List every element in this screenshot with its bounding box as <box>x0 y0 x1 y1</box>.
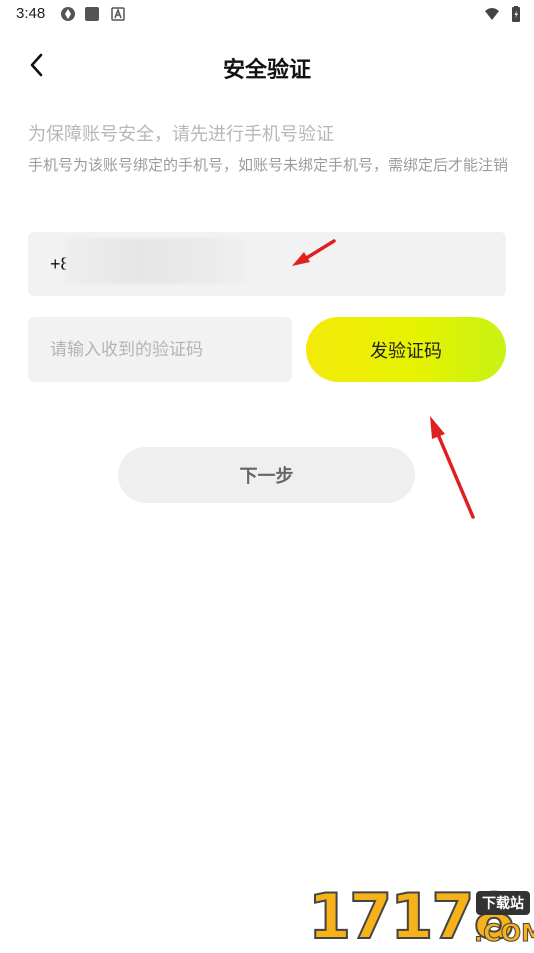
watermark-logo: 17178 下载站 .COM <box>307 884 534 950</box>
watermark-tag: 下载站 <box>476 891 530 915</box>
watermark-suffix: .COM <box>473 919 534 948</box>
arrow-to-send-code-button <box>430 416 475 519</box>
next-step-button[interactable]: 下一步 <box>118 447 415 503</box>
send-code-button[interactable]: 发验证码 <box>306 317 506 382</box>
square-icon <box>85 7 99 21</box>
status-bar: 3:48 <box>0 0 534 30</box>
phone-number-redaction <box>65 238 247 284</box>
info-sub-text: 手机号为该账号绑定的手机号，如账号未绑定手机号，需绑定后才能注销 <box>28 156 509 174</box>
page-title: 安全验证 <box>222 58 311 83</box>
verification-code-input[interactable] <box>28 317 292 382</box>
battery-icon <box>512 6 520 22</box>
status-time: 3:48 <box>16 5 46 22</box>
sync-icon <box>61 7 75 21</box>
header: 安全验证 <box>0 36 534 96</box>
phone-field[interactable]: +8 <box>28 232 506 296</box>
wifi-icon <box>485 8 499 20</box>
a-icon <box>111 7 125 21</box>
info-main-text: 为保障账号安全，请先进行手机号验证 <box>28 124 334 145</box>
